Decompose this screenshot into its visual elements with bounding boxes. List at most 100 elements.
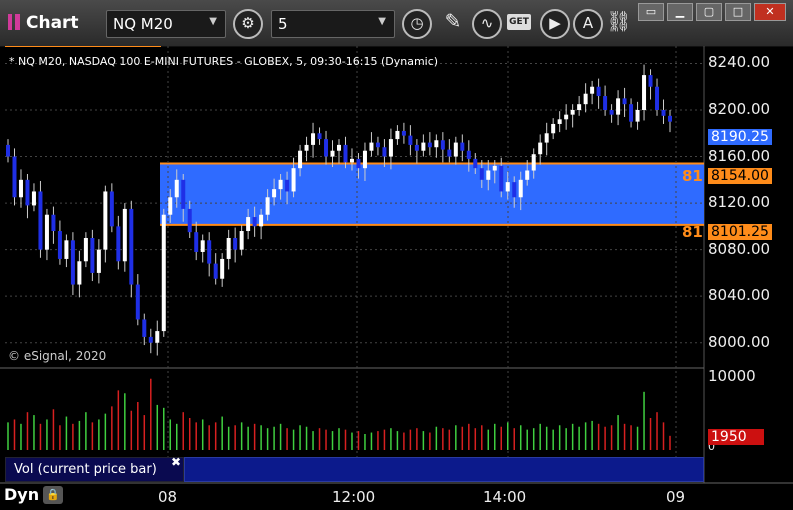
candle-body	[453, 142, 458, 157]
candle-body	[473, 158, 478, 169]
candle-body	[603, 96, 608, 110]
minimize-icon[interactable]: ▁	[667, 3, 693, 21]
lower-zone-price-tag: 8101.25	[708, 224, 772, 240]
candle-body	[460, 142, 465, 151]
candle-body	[505, 182, 510, 192]
candle-body	[83, 238, 88, 262]
candle-body	[512, 182, 517, 198]
candle-body	[194, 232, 199, 252]
candle-body	[57, 231, 62, 259]
candle-body	[272, 189, 277, 198]
candle-body	[525, 170, 530, 180]
pin-icon[interactable]: ▭	[638, 3, 664, 21]
lock-icon[interactable]: 🔒	[43, 486, 63, 504]
gear-icon[interactable]: ⚙	[233, 9, 263, 39]
volume-info-strip	[184, 457, 704, 482]
candle-body	[596, 86, 601, 97]
candle-body	[246, 217, 251, 232]
candle-body	[349, 158, 354, 163]
interval-select[interactable]: 5 ▼	[271, 10, 395, 38]
candle-body	[187, 208, 192, 233]
candle-body	[109, 191, 114, 227]
candle-body	[155, 331, 160, 343]
chart-toolbar: Chart NQ M20 ▼ ⚙ 5 ▼ ◷ ✎ ∿ GET ▶ A ⛓ ▭ ▁…	[0, 0, 793, 47]
candle-body	[421, 142, 426, 151]
candle-body	[311, 133, 316, 145]
candle-body	[220, 258, 225, 279]
candle-body	[168, 197, 173, 215]
window-title: Chart	[8, 13, 79, 33]
interval-value: 5	[278, 15, 288, 33]
candle-body	[635, 110, 640, 122]
candle-body	[122, 208, 127, 262]
alert-icon[interactable]: A	[573, 9, 603, 39]
price-tick-label: 8080.00	[708, 239, 771, 258]
candle-body	[207, 240, 212, 264]
candle-body	[577, 104, 582, 110]
window-title-text: Chart	[26, 13, 79, 33]
candle-body	[447, 149, 452, 157]
candle-body	[259, 214, 264, 227]
candle-body	[395, 130, 400, 140]
candle-body	[642, 75, 647, 110]
candle-body	[226, 238, 231, 259]
restore-icon[interactable]: ▢	[696, 3, 722, 21]
candle-body	[362, 150, 367, 169]
candle-body	[440, 140, 445, 150]
get-data-icon[interactable]: GET	[507, 14, 531, 30]
candle-body	[629, 104, 634, 122]
candle-body	[661, 110, 666, 116]
candle-body	[427, 142, 432, 148]
time-tick-label: 08	[158, 488, 178, 506]
candle-body	[388, 139, 393, 157]
chart-area[interactable]: * NQ M20, NASDAQ 100 E-MINI FUTURES - GL…	[0, 46, 793, 510]
candle-body	[142, 319, 147, 337]
candle-body	[291, 168, 296, 192]
mode-label[interactable]: Dyn	[4, 485, 39, 504]
candle-body	[531, 154, 536, 171]
candle-body	[356, 158, 361, 169]
volume-study-label[interactable]: Vol (current price bar)	[5, 457, 184, 482]
candle-body	[298, 150, 303, 169]
candle-body	[148, 336, 153, 343]
value-zone	[160, 163, 704, 225]
candle-body	[466, 150, 471, 159]
close-icon[interactable]: ✖	[171, 455, 181, 469]
price-chart[interactable]	[0, 46, 793, 510]
candle-body	[278, 179, 283, 190]
candle-body	[265, 197, 270, 215]
time-tick-label: 14:00	[483, 488, 527, 506]
close-icon[interactable]: ✕	[754, 3, 786, 21]
candle-body	[64, 240, 69, 259]
time-tick-label: 09	[666, 488, 686, 506]
candle-body	[583, 93, 588, 105]
copyright-text: © eSignal, 2020	[8, 349, 107, 363]
candle-body	[479, 168, 484, 180]
candle-body	[382, 147, 387, 157]
candle-body	[44, 214, 49, 250]
link-icon[interactable]: ⛓	[604, 9, 634, 39]
play-icon[interactable]: ▶	[540, 9, 570, 39]
candle-body	[564, 114, 569, 120]
chart-app-icon	[8, 14, 20, 30]
symbol-select[interactable]: NQ M20 ▼	[106, 10, 226, 38]
candle-body	[90, 238, 95, 273]
candle-body	[304, 144, 309, 151]
candle-body	[161, 214, 166, 332]
candle-body	[285, 179, 290, 192]
candle-body	[486, 170, 491, 180]
clock-icon[interactable]: ◷	[402, 9, 432, 39]
price-tick-label: 8040.00	[708, 286, 771, 305]
upper-zone-left-label: 81	[682, 167, 703, 185]
price-tick-label: 8160.00	[708, 146, 771, 165]
maximize-icon[interactable]: □	[725, 3, 751, 21]
candle-body	[174, 179, 179, 198]
candle-body	[324, 139, 329, 157]
candle-body	[96, 249, 101, 273]
candle-body	[492, 165, 497, 171]
pencil-icon[interactable]: ✎	[438, 9, 468, 39]
study-icon[interactable]: ∿	[472, 9, 502, 39]
candle-body	[239, 231, 244, 250]
get-data-label: GET	[509, 17, 529, 27]
candle-body	[233, 238, 238, 250]
